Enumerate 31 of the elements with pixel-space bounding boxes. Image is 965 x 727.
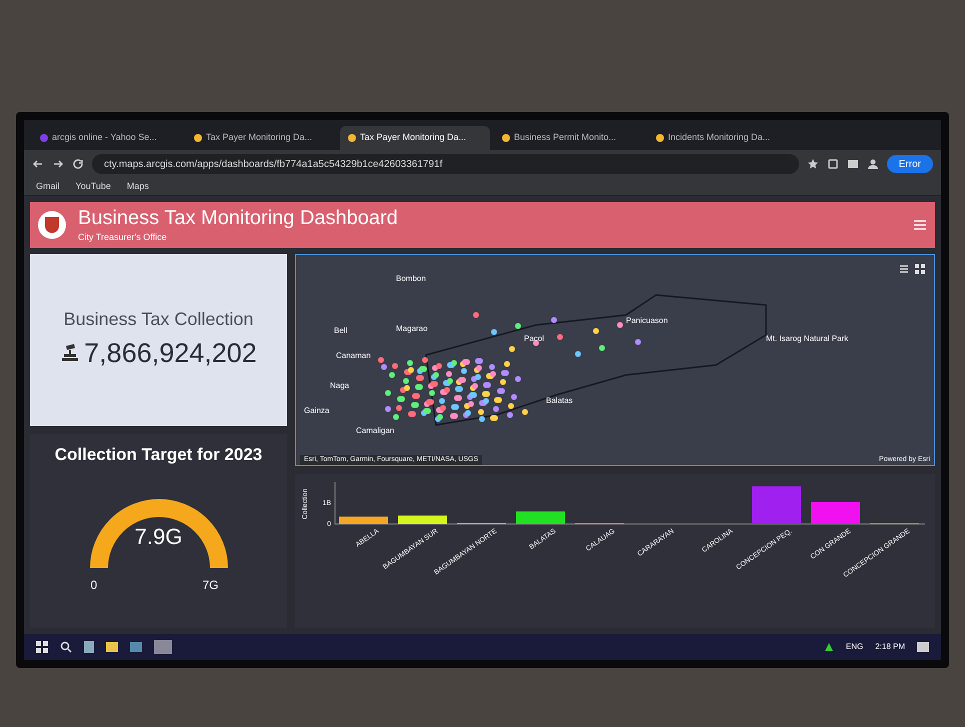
gauge-title: Collection Target for 2023: [54, 444, 262, 466]
gauge-max: 7G: [202, 576, 219, 594]
map-place-label: Naga: [330, 380, 350, 392]
browser-tab[interactable]: Business Permit Monito...: [494, 126, 644, 150]
collection-value: 7,866,924,202: [84, 337, 257, 370]
address-bar[interactable]: cty.maps.arcgis.com/apps/dashboards/fb774a1a5c54329b1ce42603361791f: [92, 154, 799, 174]
gauge-value: 7.9G: [134, 522, 184, 550]
map-place-label: Camaligan: [356, 425, 394, 437]
bookmark-link[interactable]: Maps: [126, 180, 149, 194]
browser-tab[interactable]: arcgis online - Yahoo Se...: [32, 126, 182, 150]
clock[interactable]: 2:18 PM: [875, 641, 905, 653]
browser-tab[interactable]: Incidents Monitoring Da...: [648, 126, 798, 150]
map-place-label: Gainza: [304, 405, 330, 417]
map-place-label: Mt. Isarog Natural Park: [766, 333, 848, 345]
dashboard-subtitle: City Treasurer's Office: [78, 230, 168, 244]
language-indicator[interactable]: ENG: [846, 641, 864, 653]
bookmark-link[interactable]: YouTube: [76, 180, 111, 194]
map-place-label: Balatas: [546, 395, 573, 407]
gauge-min: 0: [90, 576, 98, 594]
map-place-label: Pacol: [524, 333, 544, 345]
map-place-label: Bombon: [396, 273, 426, 285]
map-place-label: Magarao: [396, 323, 428, 335]
browser-tab[interactable]: Tax Payer Monitoring Da...: [340, 126, 490, 150]
browser-tab[interactable]: Tax Payer Monitoring Da...: [186, 126, 336, 150]
map-place-label: Bell: [334, 325, 348, 337]
map-place-label: Panicuason: [626, 315, 668, 327]
map-place-label: Canaman: [336, 350, 371, 362]
card-title: Business Tax Collection: [64, 308, 254, 332]
error-button[interactable]: Error: [886, 155, 933, 173]
dashboard-title: Business Tax Monitoring Dashboard: [78, 206, 399, 231]
bookmark-link[interactable]: Gmail: [36, 180, 60, 194]
